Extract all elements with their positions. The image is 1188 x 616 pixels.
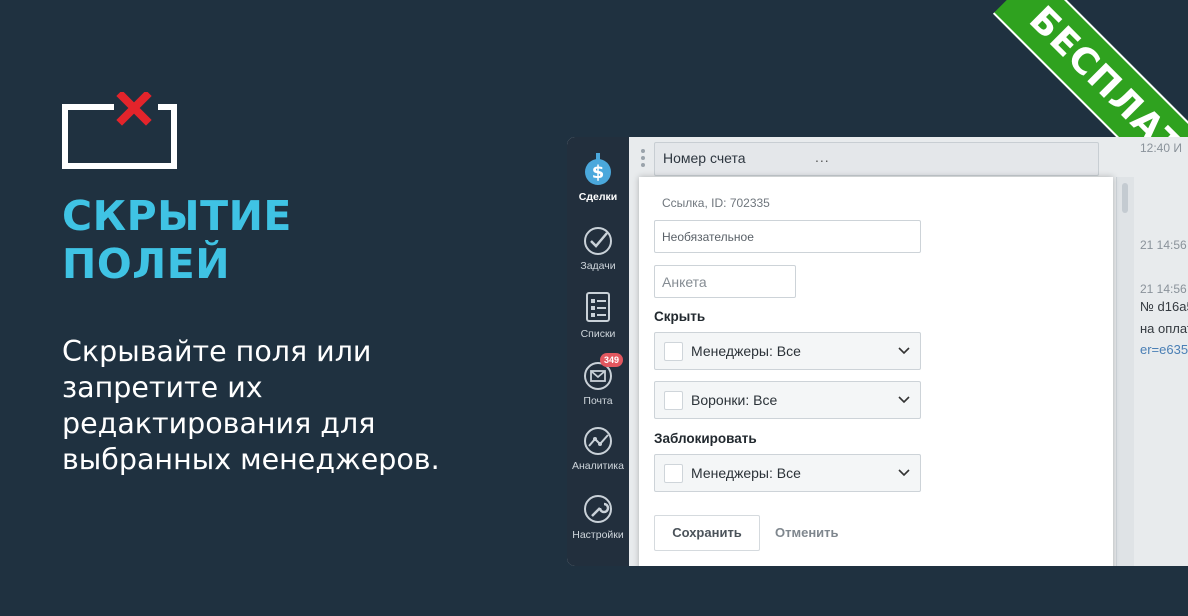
log-link[interactable]: er=e6359 [1140, 342, 1188, 357]
scrollbar[interactable] [1116, 177, 1134, 566]
promo-description: Скрывайте поля или запретите их редактир… [62, 335, 440, 476]
sidebar-item-lists[interactable]: Списки [567, 290, 629, 340]
log-entry: 21 14:56 С [1140, 282, 1188, 296]
cancel-button[interactable]: Отменить [775, 525, 839, 540]
check-circle-icon [584, 227, 612, 255]
drag-handle[interactable] [641, 149, 647, 171]
block-managers-checkbox[interactable] [664, 464, 683, 483]
promo-title-line2: ПОЛЕЙ [62, 240, 231, 288]
chevron-down-icon [898, 396, 910, 404]
more-dots[interactable]: ... [815, 149, 830, 165]
save-button[interactable]: Сохранить [654, 515, 760, 551]
mail-badge: 349 [600, 353, 624, 367]
promo-title: СКРЫТИЕ ПОЛЕЙ [62, 192, 292, 288]
hide-managers-checkbox[interactable] [664, 342, 683, 361]
invoice-number-field[interactable]: Номер счета ... [654, 142, 1099, 176]
svg-text:$: $ [592, 162, 605, 183]
hide-funnels-select[interactable]: Воронки: Все [654, 381, 921, 419]
log-entry: 21 14:56 И [1140, 238, 1188, 252]
block-managers-select[interactable]: Менеджеры: Все [654, 454, 921, 492]
sidebar-item-deals[interactable]: $ Сделки [567, 153, 629, 203]
sidebar-item-label: Почта [583, 395, 613, 407]
form-input[interactable]: Анкета [654, 265, 796, 298]
sidebar: $ Сделки Задачи Списки 349 Почта Аналити… [567, 137, 629, 566]
dollar-icon: $ [585, 153, 611, 185]
hidden-field-icon [62, 92, 177, 169]
sidebar-item-label: Сделки [578, 191, 618, 203]
block-heading: Заблокировать [654, 431, 757, 446]
list-icon [586, 292, 610, 322]
hide-managers-value: Менеджеры: Все [691, 343, 801, 359]
sidebar-item-mail[interactable]: 349 Почта [567, 353, 629, 407]
chevron-down-icon [898, 347, 910, 355]
sidebar-item-label: Списки [580, 328, 616, 340]
sidebar-item-label: Аналитика [572, 460, 624, 472]
hide-funnels-checkbox[interactable] [664, 391, 683, 410]
invoice-number-label: Номер счета [663, 150, 746, 166]
hide-managers-select[interactable]: Менеджеры: Все [654, 332, 921, 370]
content-area: Номер счета ... 12:40 И 21 14:56 И 21 14… [629, 137, 1188, 566]
app-window: $ Сделки Задачи Списки 349 Почта Аналити… [567, 137, 1188, 566]
field-link-caption: Ссылка, ID: 702335 [662, 196, 770, 210]
sidebar-item-analytics[interactable]: Аналитика [567, 426, 629, 472]
log-entry: 12:40 И [1140, 141, 1182, 155]
sidebar-item-label: Настройки [572, 529, 624, 541]
hide-funnels-value: Воронки: Все [691, 392, 778, 408]
sidebar-item-settings[interactable]: Настройки [567, 493, 629, 541]
optional-input[interactable]: Необязательное [654, 220, 921, 253]
chevron-down-icon [898, 469, 910, 477]
sidebar-item-tasks[interactable]: Задачи [567, 226, 629, 272]
field-settings-modal: Ссылка, ID: 702335 Необязательное Анкета… [639, 177, 1113, 566]
log-entry: на оплат [1140, 321, 1188, 336]
hide-heading: Скрыть [654, 309, 706, 324]
log-entry: № d16a56 [1140, 299, 1188, 314]
activity-log: 12:40 И 21 14:56 И 21 14:56 С № d16a56 н… [1134, 137, 1188, 566]
block-managers-value: Менеджеры: Все [691, 465, 801, 481]
analytics-icon [584, 427, 612, 455]
sidebar-item-label: Задачи [580, 260, 616, 272]
wrench-icon [584, 495, 612, 523]
promo-title-line1: СКРЫТИЕ [62, 192, 292, 240]
